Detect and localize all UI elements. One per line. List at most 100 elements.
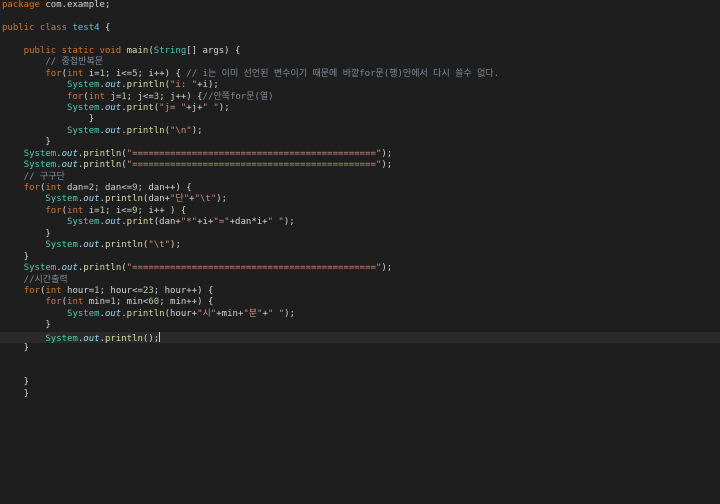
code-line[interactable]: } xyxy=(2,114,720,125)
code-line[interactable]: } xyxy=(2,229,720,240)
code-editor[interactable]: package com.example; public class test4 … xyxy=(0,0,720,504)
code-token: "분" xyxy=(243,308,263,319)
code-line[interactable]: System.out.print(dan+"*"+i+"="+dan*i+" "… xyxy=(2,217,720,228)
code-token: "시" xyxy=(197,308,217,319)
code-token: } xyxy=(2,377,30,388)
code-line[interactable]: //시간출력 xyxy=(2,275,720,286)
code-token: ); xyxy=(381,148,393,159)
code-line[interactable]: public class test4 { xyxy=(2,23,720,34)
code-token: ; min< xyxy=(115,297,149,308)
code-line[interactable]: System.out.println("====================… xyxy=(2,160,720,171)
code-token: dan= xyxy=(61,183,89,193)
code-line[interactable]: System.out.println("====================… xyxy=(2,263,720,274)
code-token: int xyxy=(45,285,62,296)
code-token: main xyxy=(126,45,149,56)
code-token: System xyxy=(67,80,100,91)
code-line[interactable]: } xyxy=(2,377,720,388)
code-line[interactable] xyxy=(2,366,720,377)
code-token: ; dan++) { xyxy=(137,183,192,193)
code-token: //시간출력 xyxy=(2,274,68,285)
code-token: out xyxy=(104,125,122,136)
code-token: int xyxy=(88,91,105,102)
code-line[interactable] xyxy=(2,355,720,366)
code-token: for xyxy=(45,68,62,79)
code-line[interactable]: package com.example; xyxy=(2,0,720,11)
code-line[interactable]: public static void main(String[] args) { xyxy=(2,46,720,57)
code-token: public static void xyxy=(2,45,127,56)
code-line[interactable]: System.out.println(); xyxy=(0,331,720,344)
code-token: ; i<= xyxy=(105,68,133,79)
text-cursor xyxy=(159,331,161,342)
code-line[interactable]: } xyxy=(2,137,720,148)
code-token: System xyxy=(67,217,100,228)
code-line[interactable]: System.out.println("\n"); xyxy=(2,126,720,137)
code-line[interactable]: } xyxy=(2,252,720,263)
code-token: (dan+ xyxy=(153,217,181,228)
code-token: System xyxy=(23,263,57,274)
code-token: ; i++ ) { xyxy=(137,205,187,216)
code-token: // 구구단 xyxy=(2,171,65,182)
code-line[interactable]: System.out.print("j= "+j+" "); xyxy=(2,103,720,114)
code-token: min= xyxy=(83,297,111,308)
code-token: int xyxy=(45,183,62,193)
code-line[interactable]: for(int i=1; i<=5; i++) { // i는 이미 선언된 변… xyxy=(2,69,720,80)
code-token: } xyxy=(2,228,51,239)
code-line[interactable]: for(int j=1; j<=3; j++) {//안쪽for문(열) xyxy=(2,92,720,103)
code-line[interactable]: for(int i=1; i<=9; i++ ) { xyxy=(2,206,720,217)
code-line[interactable] xyxy=(2,11,720,22)
code-line[interactable]: } xyxy=(2,320,720,331)
code-line[interactable]: for(int min=1; min<60; min++) { xyxy=(2,297,720,308)
code-token: +min+ xyxy=(216,308,244,319)
code-token: ); xyxy=(170,240,181,251)
code-token: ); xyxy=(283,217,295,228)
code-token: "i: " xyxy=(170,80,198,91)
code-line[interactable]: System.out.println("i: "+i); xyxy=(2,80,720,91)
code-token: println xyxy=(126,80,165,91)
code-line[interactable]: for(int hour=1; hour<=23; hour++) { xyxy=(2,286,720,297)
code-line[interactable]: } xyxy=(2,343,720,354)
code-line[interactable]: System.out.println("====================… xyxy=(2,149,720,160)
code-area[interactable]: package com.example; public class test4 … xyxy=(0,0,720,400)
code-token: ; hour<= xyxy=(99,285,143,296)
code-line[interactable] xyxy=(2,34,720,45)
code-token: ); xyxy=(381,160,393,171)
code-token: out xyxy=(83,240,100,251)
code-token: System xyxy=(45,194,78,205)
code-token: 23 xyxy=(142,285,154,296)
code-line[interactable]: } xyxy=(2,389,720,400)
code-line[interactable]: for(int dan=2; dan<=9; dan++) { xyxy=(2,183,720,194)
code-token: } xyxy=(2,114,95,125)
code-token: ; j<= xyxy=(126,91,154,102)
code-line[interactable]: System.out.println(dan+"단"+"\t"); xyxy=(2,194,720,205)
code-token: out xyxy=(104,217,122,228)
code-line[interactable]: System.out.println(hour+"시"+min+"분"+" ")… xyxy=(2,309,720,320)
code-token: ; min++) { xyxy=(159,297,214,308)
code-token: ; j++) { xyxy=(159,91,203,102)
code-token: } xyxy=(2,388,30,399)
code-token: ); xyxy=(191,125,203,136)
code-token: println xyxy=(104,194,143,205)
code-token: println xyxy=(83,263,122,274)
code-token: package xyxy=(2,0,40,10)
code-token: System xyxy=(67,102,100,113)
code-line[interactable]: // 구구단 xyxy=(2,172,720,183)
code-token: out xyxy=(104,102,122,113)
code-token: out xyxy=(61,160,78,171)
code-token: int xyxy=(67,205,84,216)
code-token: System xyxy=(67,308,100,319)
code-token: //안쪽for문(열) xyxy=(202,91,274,102)
code-token: ); xyxy=(216,194,228,205)
code-token: println xyxy=(83,148,122,159)
code-token: " " xyxy=(267,308,285,319)
code-line[interactable]: System.out.println("\t"); xyxy=(2,240,720,251)
code-token: println xyxy=(104,240,143,251)
code-line[interactable]: // 중첩반복문 xyxy=(2,57,720,68)
code-token: " " xyxy=(267,217,284,228)
